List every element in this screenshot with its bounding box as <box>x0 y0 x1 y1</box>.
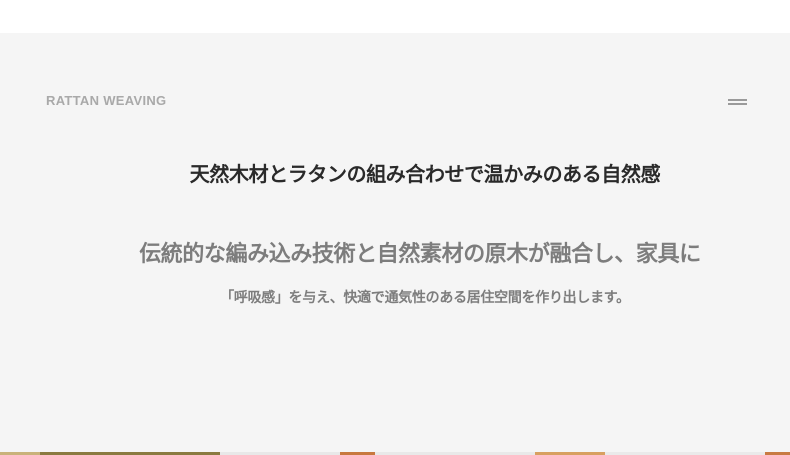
menu-line <box>728 103 747 105</box>
lead-text: 伝統的な編み込み技術と自然素材の原木が融合し、家具に <box>139 242 701 267</box>
sub-text: 「呼吸感」を与え、快適で通気性のある居住空間を作り出します。 <box>220 290 630 306</box>
brand-logo[interactable]: RATTAN WEAVING <box>46 94 166 108</box>
menu-line <box>728 99 747 101</box>
hamburger-menu-icon[interactable] <box>724 91 752 111</box>
top-bar <box>0 0 790 33</box>
headline: 天然木材とラタンの組み合わせで温かみのある自然感 <box>189 162 661 186</box>
